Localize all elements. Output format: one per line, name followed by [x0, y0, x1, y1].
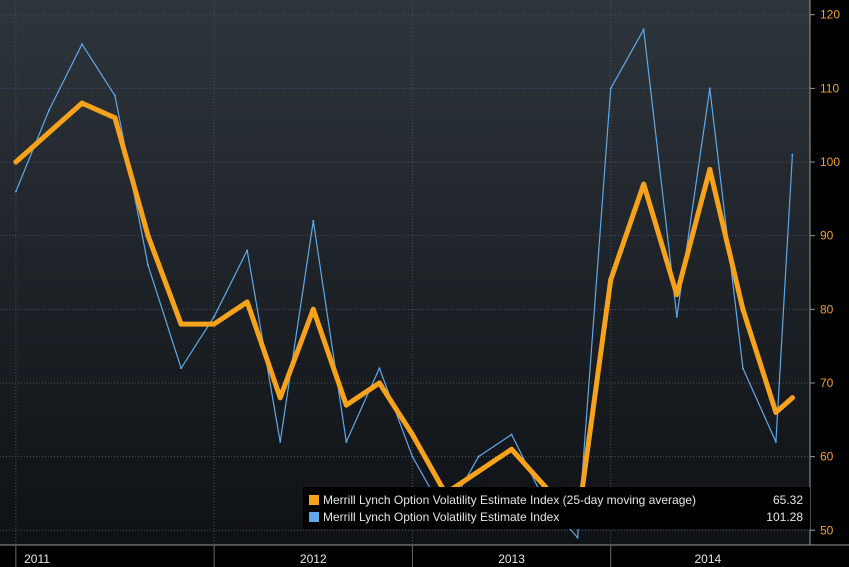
- data-point-moving-average: [674, 292, 680, 298]
- data-point-index: [114, 94, 116, 97]
- data-point-index: [675, 315, 678, 318]
- plot-background: [0, 0, 810, 545]
- x-axis-area: [0, 545, 849, 567]
- data-point-index: [741, 367, 744, 370]
- y-tick-label: 90: [820, 229, 834, 243]
- y-tick-label: 80: [820, 302, 834, 316]
- data-point-moving-average: [740, 306, 746, 312]
- data-point-index: [510, 433, 513, 436]
- y-tick-label: 110: [820, 81, 839, 95]
- data-point-index: [708, 87, 711, 90]
- data-point-moving-average: [13, 159, 19, 165]
- y-tick-label: 120: [820, 8, 840, 22]
- data-point-index: [279, 440, 282, 443]
- data-point-index: [213, 315, 216, 318]
- legend-value-index: 101.28: [766, 510, 803, 524]
- x-tick-label: 2012: [300, 552, 327, 566]
- legend: Merrill Lynch Option Volatility Estimate…: [303, 487, 810, 529]
- data-point-index: [642, 28, 645, 31]
- data-point-index: [791, 153, 794, 156]
- chart: 50 60 70 80 90 100 110 120 2011 2012 2013 2014: [0, 0, 849, 567]
- data-point-moving-average: [343, 402, 349, 408]
- data-point-moving-average: [773, 409, 779, 415]
- data-point-moving-average: [476, 468, 481, 474]
- legend-value-moving-average: 65.32: [772, 493, 803, 507]
- data-point-index: [378, 367, 381, 370]
- data-point-index: [477, 455, 480, 458]
- y-tick-label: 70: [820, 376, 834, 390]
- y-tick-label: 60: [820, 450, 834, 464]
- data-point-moving-average: [277, 395, 283, 401]
- data-point-index: [411, 455, 414, 458]
- legend-swatch-index: [309, 512, 319, 522]
- x-tick-label: 2013: [498, 552, 525, 566]
- data-point-moving-average: [409, 432, 415, 437]
- legend-swatch-moving-average: [309, 495, 319, 505]
- data-point-moving-average: [707, 166, 713, 172]
- data-point-index: [246, 249, 249, 252]
- legend-entry-index: Merrill Lynch Option Volatility Estimate…: [309, 509, 803, 525]
- legend-label-index: Merrill Lynch Option Volatility Estimate…: [323, 510, 560, 524]
- data-point-moving-average: [608, 277, 614, 283]
- data-point-index: [81, 43, 83, 46]
- y-tick-label: 100: [820, 155, 840, 169]
- x-tick-label: 2011: [24, 552, 50, 566]
- data-point-moving-average: [145, 233, 151, 239]
- legend-entry-moving-average: Merrill Lynch Option Volatility Estimate…: [309, 492, 803, 508]
- data-point-moving-average: [509, 446, 515, 452]
- data-point-moving-average: [178, 321, 184, 327]
- data-point-index: [47, 109, 50, 112]
- data-point-moving-average: [641, 181, 647, 187]
- data-point-moving-average: [112, 115, 118, 121]
- data-point-index: [345, 440, 348, 443]
- data-point-index: [14, 190, 17, 193]
- data-point-index: [576, 536, 579, 539]
- data-point-moving-average: [789, 395, 795, 401]
- x-tick-label: 2014: [694, 552, 721, 566]
- data-point-moving-average: [211, 321, 217, 327]
- data-point-moving-average: [310, 306, 316, 312]
- data-point-index: [180, 367, 183, 370]
- data-point-index: [774, 440, 777, 443]
- data-point-index: [147, 264, 149, 267]
- legend-label-moving-average: Merrill Lynch Option Volatility Estimate…: [323, 493, 697, 507]
- data-point-index: [609, 87, 612, 90]
- data-point-moving-average: [244, 299, 250, 305]
- data-point-index: [312, 219, 315, 222]
- y-tick-label: 50: [820, 523, 834, 537]
- data-point-moving-average: [46, 130, 52, 136]
- data-point-moving-average: [376, 380, 382, 386]
- data-point-moving-average: [79, 100, 85, 106]
